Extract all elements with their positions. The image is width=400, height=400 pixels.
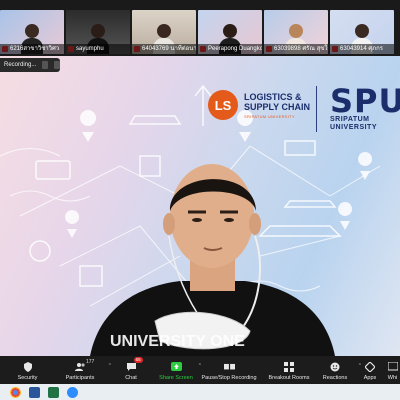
participant-thumbnail-strip: 6216สาขาวิชาวิศว sayumphu 64043769 นาทีต… — [0, 0, 400, 56]
recording-indicator: Recording... — [0, 58, 60, 72]
participants-button[interactable]: 177 Participants ^ — [55, 357, 111, 381]
pause-recording-icon[interactable] — [42, 61, 49, 69]
whiteboard-label: Whi — [387, 375, 398, 381]
apps-button[interactable]: Apps — [355, 357, 385, 381]
logo-title-line2: SUPPLY CHAIN — [244, 101, 311, 112]
participant-name: Peerapong Duangkoed — [198, 44, 262, 54]
zoom-icon[interactable] — [67, 386, 78, 398]
participant-name: sayumphu — [66, 44, 130, 54]
recording-label: Recording... — [4, 62, 37, 68]
pause-stop-label: Pause/Stop Recording — [201, 375, 257, 381]
participant-thumbnail[interactable]: 63043914 ศุภกร — [330, 10, 394, 54]
os-taskbar — [0, 384, 400, 400]
logo-title-line1: LOGISTICS & — [244, 91, 302, 102]
logo-subtitle: SRIPATUM UNIVERSITY — [244, 113, 295, 119]
reactions-icon — [330, 362, 341, 372]
spu-line2: UNIVERSITY — [330, 124, 378, 131]
shield-icon — [22, 362, 33, 372]
logo-divider — [316, 86, 317, 132]
chat-unread-badge: 65 — [133, 357, 143, 363]
participant-thumbnail[interactable]: Peerapong Duangkoed — [198, 10, 262, 54]
apps-icon — [365, 362, 376, 372]
participant-name: 63043914 ศุภกร — [330, 44, 394, 54]
share-screen-button[interactable]: Share Screen ^ — [157, 357, 201, 381]
participant-thumbnail[interactable]: sayumphu — [66, 10, 130, 54]
participant-thumbnail[interactable]: 64043769 นาทีต่อนาที — [132, 10, 196, 54]
meeting-toolbar: Security 177 Participants ^ 65 Chat Shar… — [0, 356, 400, 384]
participants-count: 177 — [86, 359, 95, 365]
chrome-icon[interactable] — [10, 386, 21, 398]
shirt-text: UNIVERSITY ONE — [110, 333, 245, 350]
participant-thumbnail[interactable]: 63039898 ศรัณ สุขใจ — [264, 10, 328, 54]
chat-label: Chat — [125, 375, 137, 381]
participant-name: 64043769 นาทีต่อนาที — [132, 44, 196, 54]
participants-icon — [74, 362, 86, 372]
speaker-person: UNIVERSITY ONE — [90, 164, 335, 356]
excel-icon[interactable] — [48, 386, 59, 398]
spu-logo-text: SPU — [330, 82, 400, 120]
whiteboard-icon — [387, 362, 398, 372]
security-button[interactable]: Security — [0, 357, 55, 381]
reactions-label: Reactions — [322, 375, 348, 381]
participants-label: Participants — [65, 375, 95, 381]
chat-icon — [126, 362, 137, 372]
stop-recording-icon[interactable] — [54, 61, 60, 69]
active-speaker-video: Recording... LS LOGISTICS & SUPPLY CHAIN… — [0, 56, 400, 356]
pause-stop-recording-button[interactable]: Pause/Stop Recording — [195, 357, 263, 381]
participant-name: 63039898 ศรัณ สุขใจ — [264, 44, 328, 54]
spu-logo: SPU SRIPATUM UNIVERSITY — [330, 82, 400, 132]
participant-name: 6216สาขาวิชาวิศว — [0, 44, 64, 54]
reactions-button[interactable]: Reactions ^ — [315, 357, 361, 381]
chat-button[interactable]: 65 Chat — [105, 357, 157, 381]
breakout-rooms-icon — [284, 362, 295, 372]
breakout-rooms-button[interactable]: Breakout Rooms — [263, 357, 315, 381]
breakout-rooms-label: Breakout Rooms — [268, 375, 310, 381]
pause-stop-icon — [223, 362, 235, 372]
security-label: Security — [17, 375, 38, 381]
logistics-logo: LS LOGISTICS & SUPPLY CHAIN SRIPATUM UNI… — [208, 90, 310, 120]
apps-label: Apps — [363, 375, 377, 381]
whiteboard-button[interactable]: Whi — [385, 357, 400, 381]
participant-thumbnail[interactable]: 6216สาขาวิชาวิศว — [0, 10, 64, 54]
ls-logo-badge: LS — [208, 90, 238, 120]
share-screen-label: Share Screen — [159, 375, 193, 381]
share-screen-icon — [170, 362, 182, 372]
word-icon[interactable] — [29, 386, 40, 398]
